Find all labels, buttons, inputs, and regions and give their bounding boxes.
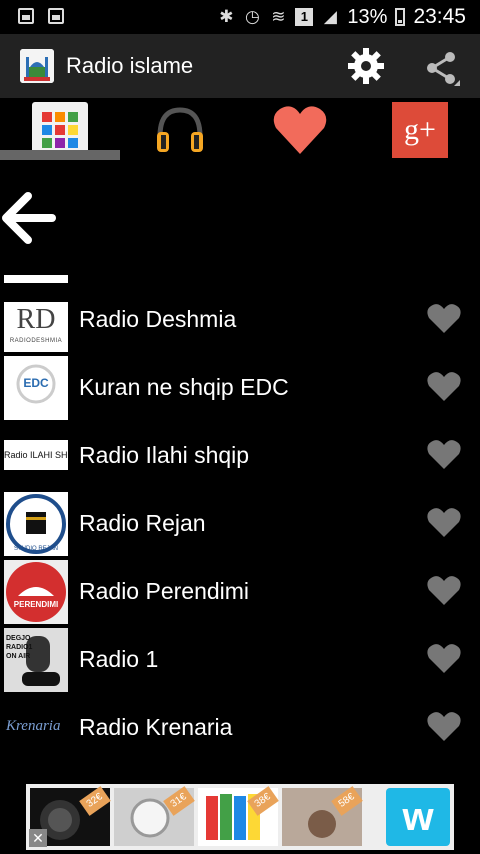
tab-favorites[interactable] [240,98,360,162]
signal-icon: ◢ [323,7,337,26]
alarm-icon: ◷ [244,7,260,26]
google-plus-icon: g+ [392,102,448,158]
gallery-icon [48,8,64,24]
station-name: Radio Rejan [79,510,206,536]
list-item[interactable]: STUDIO REJAN Radio Rejan [0,492,480,560]
perendimi-logo-icon [6,562,66,622]
station-logo: RD RADIODESHMIA [4,302,68,352]
ad-product-image: 31€ [114,786,195,846]
favorite-heart-icon[interactable] [426,506,462,538]
station-logo: PERENDIMI [4,560,68,624]
image-icon [18,8,34,24]
heart-icon [273,106,327,154]
station-logo: Krenaria [4,696,68,760]
tab-selected-indicator [0,150,120,160]
favorite-heart-icon[interactable] [426,574,462,606]
ad-close-icon[interactable]: ✕ [29,829,47,847]
settings-icon[interactable] [346,46,386,86]
station-logo-text: EDC [23,376,49,390]
station-name: Kuran ne shqip EDC [79,374,289,400]
station-name: Radio Krenaria [79,714,233,740]
station-name: Radio Deshmia [79,306,237,332]
favorite-heart-icon[interactable] [426,438,462,470]
partial-list-thumbnail [4,275,68,283]
app-logo-icon [20,49,54,83]
tab-headphones[interactable] [120,98,240,162]
station-name: Radio Ilahi shqip [79,442,250,468]
station-logo: Radio ILAHI SHQIP [4,440,68,470]
app-title: Radio islame [66,53,194,78]
back-arrow-icon[interactable] [2,192,58,244]
status-bar: ✱ ◷ ≋ 1 ◢ 13% 23:45 [0,0,480,34]
tab-google-plus[interactable]: g+ [360,98,480,162]
battery-icon [395,8,406,26]
station-name: Radio 1 [79,646,159,672]
station-logo: STUDIO REJAN [4,492,68,556]
bluetooth-icon: ✱ [219,7,234,26]
sim-icon: 1 [295,8,314,26]
station-logo-text: DEGJO RADIO1 ON AIR [6,635,33,660]
wifi-icon: ≋ [271,7,286,26]
list-item[interactable]: RD RADIODESHMIA Radio Deshmia [0,288,480,356]
station-logo-text: Krenaria [6,718,61,734]
wish-logo-icon[interactable]: w [386,788,450,846]
station-logo-text: Radio ILAHI SHQIP [4,450,68,460]
station-logo: EDC [4,356,68,420]
ad-product-image: 58€ [282,786,363,846]
station-list: RD RADIODESHMIA Radio Deshmia EDC Kuran … [0,288,480,764]
list-item[interactable]: Krenaria Radio Krenaria [0,696,480,764]
clock: 23:45 [413,5,466,28]
list-item[interactable]: Radio ILAHI SHQIP Radio Ilahi shqip [0,424,480,492]
station-logo: DEGJO RADIO1 ON AIR [4,628,68,692]
station-logo-text: STUDIO REJAN [13,546,58,552]
station-name: Radio Perendimi [79,578,250,604]
ad-product-image: 38€ [198,786,279,846]
favorite-heart-icon[interactable] [426,302,462,334]
ad-banner[interactable]: 32€ 31€ 38€ 58€ w ✕ [26,784,454,850]
list-item[interactable]: DEGJO RADIO1 ON AIR Radio 1 [0,628,480,696]
share-icon[interactable] [424,48,460,88]
station-logo-text: RD [16,304,56,335]
station-logo-text: PERENDIMI [13,600,59,609]
favorite-heart-icon[interactable] [426,710,462,742]
google-plus-label: g+ [404,113,436,146]
app-bar: Radio islame [0,34,480,98]
battery-percent: 13% [347,5,388,28]
list-item[interactable]: EDC Kuran ne shqip EDC [0,356,480,424]
headphones-icon [157,107,203,152]
favorite-heart-icon[interactable] [426,642,462,674]
list-item[interactable]: PERENDIMI Radio Perendimi [0,560,480,628]
station-logo-subtext: RADIODESHMIA [9,338,63,344]
favorite-heart-icon[interactable] [426,370,462,402]
